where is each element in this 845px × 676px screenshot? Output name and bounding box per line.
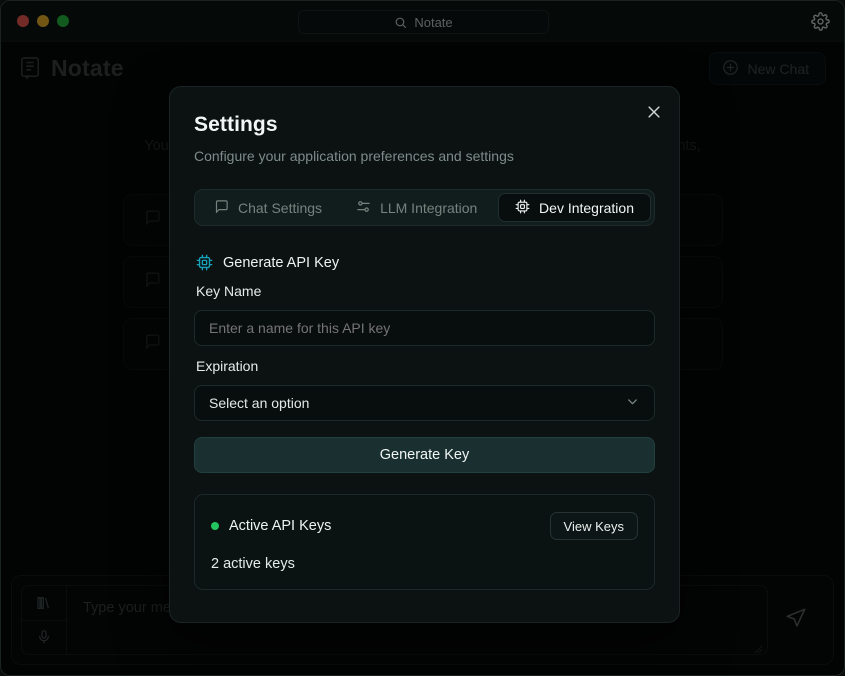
generate-api-key-heading: Generate API Key: [194, 254, 655, 271]
tab-label: LLM Integration: [380, 200, 477, 216]
dev-integration-panel: Generate API Key Key Name Expiration Sel…: [194, 254, 655, 590]
tab-label: Dev Integration: [539, 200, 634, 216]
key-name-label: Key Name: [194, 283, 655, 299]
settings-tabs: Chat Settings LLM Integration Dev Integr…: [194, 189, 655, 226]
dialog-title: Settings: [194, 113, 655, 137]
view-keys-button[interactable]: View Keys: [550, 512, 638, 540]
active-keys-row: Active API Keys View Keys: [211, 512, 638, 540]
chevron-down-icon: [625, 394, 640, 412]
status-badge: [211, 522, 219, 530]
close-icon[interactable]: [645, 103, 663, 121]
generate-key-button[interactable]: Generate Key: [194, 437, 655, 473]
chat-bubble-icon: [214, 199, 229, 217]
tab-label: Chat Settings: [238, 200, 322, 216]
settings-dialog: Settings Configure your application pref…: [169, 86, 680, 623]
app-window: Notate Notate New Chat You have no conve…: [0, 0, 845, 676]
tab-chat-settings[interactable]: Chat Settings: [198, 193, 338, 222]
expiration-select[interactable]: Select an option: [194, 385, 655, 421]
dialog-subtitle: Configure your application preferences a…: [194, 148, 655, 164]
view-keys-label: View Keys: [564, 519, 624, 534]
sliders-icon: [356, 199, 371, 217]
tab-llm-integration[interactable]: LLM Integration: [340, 193, 493, 222]
expiration-selected-value: Select an option: [209, 395, 309, 411]
active-keys-label: Active API Keys: [229, 518, 331, 534]
section-title: Generate API Key: [223, 255, 339, 271]
tab-dev-integration[interactable]: Dev Integration: [498, 193, 651, 222]
key-name-input[interactable]: [194, 310, 655, 346]
generate-key-label: Generate Key: [380, 447, 469, 463]
expiration-label: Expiration: [194, 358, 655, 374]
cpu-chip-icon: [515, 199, 530, 217]
active-api-keys-card: Active API Keys View Keys 2 active keys: [194, 494, 655, 590]
cpu-chip-icon: [196, 254, 213, 271]
active-keys-title: Active API Keys: [211, 518, 331, 534]
active-keys-count: 2 active keys: [211, 556, 638, 572]
